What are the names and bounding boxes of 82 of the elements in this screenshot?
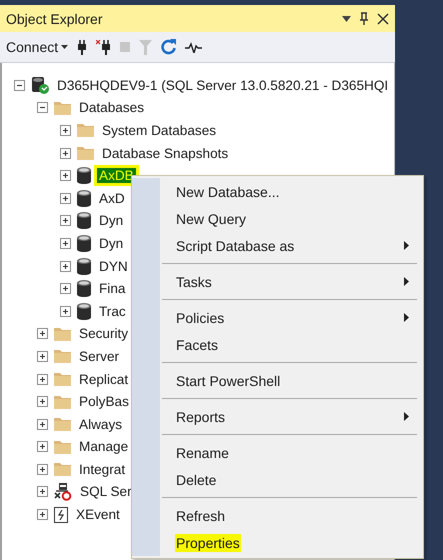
menu-item[interactable]: Facets bbox=[175, 336, 220, 354]
tree-item[interactable]: SQL Ser bbox=[78, 484, 134, 500]
tree-item[interactable]: AxD bbox=[97, 190, 127, 206]
menu-item[interactable]: Properties bbox=[175, 534, 241, 552]
database-icon bbox=[77, 190, 91, 207]
database-icon bbox=[77, 280, 91, 298]
collapse-icon[interactable] bbox=[14, 80, 25, 91]
expand-icon[interactable] bbox=[60, 283, 71, 294]
menu-item[interactable]: Policies bbox=[175, 308, 226, 326]
plug-icon[interactable] bbox=[77, 40, 88, 54]
panel-title: Object Explorer bbox=[6, 10, 104, 26]
menu-item[interactable]: Reports bbox=[175, 408, 226, 426]
document-icon bbox=[54, 506, 68, 523]
menu-item[interactable]: New Query bbox=[175, 210, 248, 228]
tree-item[interactable]: Integrat bbox=[77, 462, 128, 477]
tree-item[interactable]: System Databases bbox=[100, 122, 218, 138]
activity-icon[interactable] bbox=[185, 42, 202, 52]
plug-x-icon[interactable] bbox=[96, 40, 112, 54]
tree-item[interactable]: Always bbox=[77, 416, 124, 432]
expand-icon[interactable] bbox=[37, 396, 48, 408]
tree-item[interactable]: Server bbox=[77, 348, 122, 364]
folder-icon bbox=[54, 394, 71, 409]
menu-item[interactable]: Delete bbox=[175, 470, 218, 488]
expand-icon[interactable] bbox=[37, 486, 48, 498]
expand-icon[interactable] bbox=[60, 148, 71, 159]
menu-item[interactable]: Rename bbox=[175, 444, 230, 462]
close-icon[interactable] bbox=[377, 12, 389, 24]
folder-icon bbox=[77, 146, 94, 160]
expand-icon[interactable] bbox=[37, 509, 48, 520]
tree-item[interactable]: Replicat bbox=[77, 372, 130, 387]
folder-icon bbox=[54, 100, 71, 115]
tree-item[interactable]: Security bbox=[77, 326, 130, 342]
connect-button[interactable]: Connect bbox=[6, 39, 68, 55]
database-icon bbox=[77, 258, 91, 275]
database-icon bbox=[77, 302, 91, 320]
tree-item[interactable]: XEvent bbox=[74, 507, 122, 522]
folder-icon bbox=[54, 462, 71, 476]
menu-item[interactable]: Refresh bbox=[175, 506, 226, 524]
dropdown-icon[interactable] bbox=[342, 16, 351, 22]
expand-icon[interactable] bbox=[37, 441, 48, 452]
expand-icon[interactable] bbox=[60, 238, 71, 249]
tree-item[interactable]: Manage bbox=[77, 439, 130, 454]
caret-icon bbox=[61, 45, 68, 49]
expand-icon[interactable] bbox=[37, 350, 48, 362]
expand-icon[interactable] bbox=[37, 464, 48, 475]
expand-icon[interactable] bbox=[60, 306, 71, 317]
expand-icon[interactable] bbox=[60, 170, 71, 182]
pin-icon[interactable] bbox=[359, 12, 369, 25]
menu-item[interactable]: Tasks bbox=[175, 272, 213, 290]
expand-icon[interactable] bbox=[37, 418, 48, 430]
database-icon bbox=[77, 234, 91, 252]
expand-icon[interactable] bbox=[37, 374, 48, 385]
tree-item[interactable]: Databases bbox=[77, 100, 146, 116]
tree-item[interactable]: PolyBas bbox=[77, 394, 131, 410]
folder-icon bbox=[77, 123, 94, 138]
expand-icon[interactable] bbox=[37, 328, 48, 340]
menu-item[interactable]: Script Database as bbox=[175, 236, 296, 254]
folder-icon bbox=[54, 326, 71, 341]
server-icon bbox=[31, 76, 49, 94]
tree-item[interactable]: Trac bbox=[97, 304, 128, 319]
menu-item[interactable]: Start PowerShell bbox=[175, 372, 282, 390]
collapse-icon[interactable] bbox=[37, 102, 48, 114]
expand-icon[interactable] bbox=[60, 260, 71, 272]
expand-icon[interactable] bbox=[60, 215, 71, 226]
refresh-icon[interactable] bbox=[161, 39, 176, 55]
expand-icon[interactable] bbox=[60, 124, 71, 136]
tree-item[interactable]: Fina bbox=[97, 281, 128, 296]
agent-icon bbox=[54, 482, 72, 501]
tree-item[interactable]: AxDB bbox=[97, 168, 136, 184]
folder-icon bbox=[54, 349, 71, 364]
tree-item[interactable]: DYN bbox=[97, 258, 130, 274]
menu-item[interactable]: New Database... bbox=[175, 182, 280, 200]
database-icon bbox=[77, 212, 91, 230]
database-icon bbox=[77, 167, 91, 184]
tree-item[interactable]: D365HQDEV9-1 (SQL Server 13.0.5820.21 - D365HQI bbox=[55, 78, 390, 93]
tree-item[interactable]: Dyn bbox=[97, 213, 126, 228]
tree-item[interactable]: Dyn bbox=[97, 236, 126, 251]
folder-icon bbox=[54, 417, 71, 432]
expand-icon[interactable] bbox=[60, 192, 71, 204]
tree-item[interactable]: Database Snapshots bbox=[100, 146, 230, 161]
folder-icon bbox=[54, 372, 71, 386]
folder-icon bbox=[54, 440, 71, 454]
